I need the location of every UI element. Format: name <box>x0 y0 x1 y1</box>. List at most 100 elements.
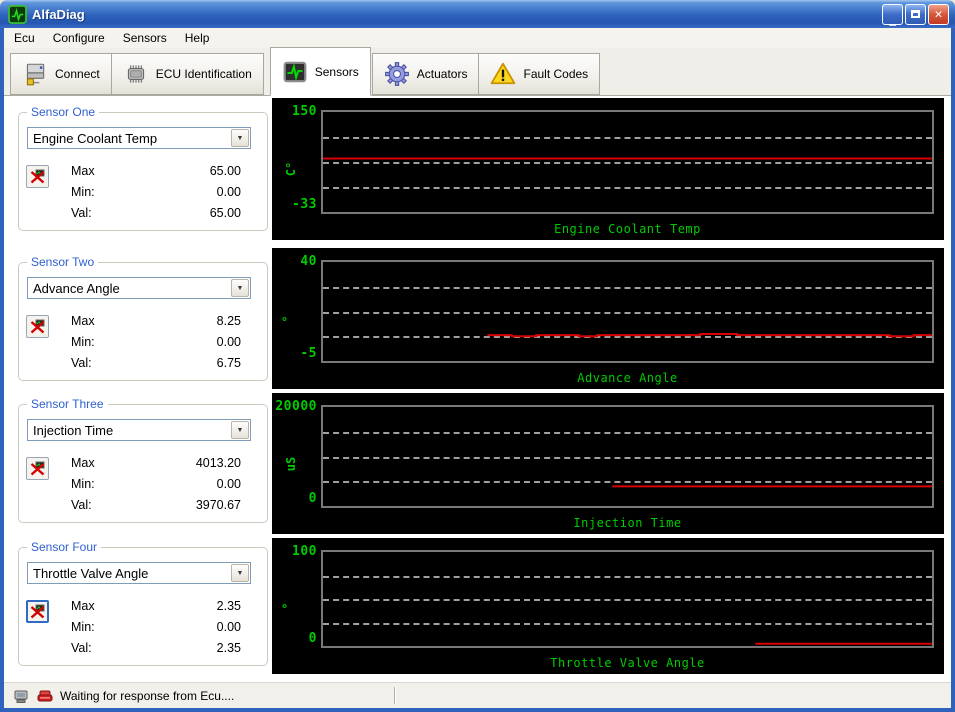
sensor-select-4[interactable]: Throttle Valve Angle ▼ <box>27 562 251 584</box>
sensor-select-2[interactable]: Advance Angle ▼ <box>27 277 251 299</box>
chevron-down-icon[interactable]: ▼ <box>231 279 249 297</box>
max-label: Max <box>71 164 95 178</box>
selected-sensor: Throttle Valve Angle <box>33 565 149 581</box>
selected-sensor: Advance Angle <box>33 280 120 296</box>
maximize-button[interactable] <box>905 3 926 25</box>
tab-sensors[interactable]: Sensors <box>269 47 371 96</box>
tab-label: Actuators <box>416 67 468 81</box>
stop-graph-button[interactable] <box>26 315 49 338</box>
min-label: Min: <box>71 185 95 199</box>
sensor-group-2: Sensor Two Advance Angle ▼ Max 8.25 Min: 0… <box>18 255 268 381</box>
connect-icon <box>26 63 45 86</box>
minimize-button[interactable]: ▁ <box>882 3 903 25</box>
stop-graph-icon <box>30 319 45 334</box>
tab-label: Fault Codes <box>523 67 589 81</box>
stop-graph-button[interactable] <box>26 600 49 623</box>
max-value: 65.00 <box>209 164 241 178</box>
gear-icon <box>384 62 409 86</box>
toolbar: Connect ECU Identification Sensors Actua… <box>4 47 951 96</box>
y-min-label: 0 <box>308 631 317 646</box>
val-label: Val: <box>71 498 92 512</box>
status-message: Waiting for response from Ecu.... <box>60 688 235 703</box>
plot-area <box>321 110 934 214</box>
val-label: Val: <box>71 206 92 220</box>
y-max-label: 40 <box>300 254 317 269</box>
y-unit-label: uS <box>284 456 299 471</box>
chart-panel-injection-time: 20000 uS 0 Injection Time <box>272 393 944 534</box>
stop-graph-button[interactable] <box>26 165 49 188</box>
group-title: Sensor Four <box>27 540 102 554</box>
y-min-label: 0 <box>308 491 317 506</box>
sensor-group-1: Sensor One Engine Coolant Temp ▼ Max 65.0… <box>18 105 268 231</box>
window-frame: Ecu Configure Sensors Help Connect ECU I… <box>0 28 955 712</box>
chart-title: Advance Angle <box>577 371 678 385</box>
max-value: 4013.20 <box>195 456 241 470</box>
plot-area <box>321 550 934 648</box>
menu-item-ecu[interactable]: Ecu <box>14 31 35 45</box>
app-icon <box>8 4 27 24</box>
val-label: Val: <box>71 356 92 370</box>
group-title: Sensor Two <box>27 255 99 269</box>
val-value: 2.35 <box>216 641 241 655</box>
y-min-label: -5 <box>300 346 317 361</box>
group-title: Sensor Three <box>27 397 108 411</box>
stop-graph-icon <box>30 461 45 476</box>
tab-label: ECU Identification <box>155 67 252 81</box>
max-label: Max <box>71 599 95 613</box>
tab-fault-codes[interactable]: Fault Codes <box>478 53 601 95</box>
chart-panel-coolant-temp: 150 C° -33 Engine Coolant Temp <box>272 98 944 240</box>
chart-line-svg <box>323 112 932 212</box>
chart-line-svg <box>323 407 932 506</box>
y-max-label: 20000 <box>275 399 317 414</box>
plot-area <box>321 260 934 363</box>
computer-icon <box>14 690 28 703</box>
y-unit-label: ° <box>280 602 295 610</box>
sensor-select-1[interactable]: Engine Coolant Temp ▼ <box>27 127 251 149</box>
chip-icon <box>127 65 144 83</box>
plot-area <box>321 405 934 508</box>
chart-title: Throttle Valve Angle <box>550 656 705 670</box>
tab-ecu-identification[interactable]: ECU Identification <box>110 53 264 95</box>
chevron-down-icon[interactable]: ▼ <box>231 421 249 439</box>
chart-line-svg <box>323 262 932 361</box>
min-value: 0.00 <box>216 335 241 349</box>
chart-title: Injection Time <box>573 516 682 530</box>
warning-icon <box>491 62 516 85</box>
chart-panel-advance-angle: 40 ° -5 Advance Angle <box>272 248 944 389</box>
statusbar-divider <box>394 687 396 704</box>
min-value: 0.00 <box>216 477 241 491</box>
val-value: 65.00 <box>209 206 241 220</box>
selected-sensor: Engine Coolant Temp <box>33 130 158 146</box>
statusbar: Waiting for response from Ecu.... <box>4 682 951 708</box>
val-label: Val: <box>71 641 92 655</box>
window-title: AlfaDiag <box>32 6 85 22</box>
stop-graph-icon <box>30 604 45 619</box>
menu-item-configure[interactable]: Configure <box>53 31 105 45</box>
menu-item-sensors[interactable]: Sensors <box>123 31 167 45</box>
chevron-down-icon[interactable]: ▼ <box>231 564 249 582</box>
tab-connect[interactable]: Connect <box>10 53 112 95</box>
y-unit-label: ° <box>280 314 295 323</box>
app-window: AlfaDiag ▁ ✕ Ecu Configure Sensors Help <box>0 0 955 712</box>
max-label: Max <box>71 456 95 470</box>
tab-label: Connect <box>55 67 100 81</box>
y-unit-label: C° <box>284 161 299 177</box>
oscilloscope-icon <box>283 61 307 82</box>
stop-graph-button[interactable] <box>26 457 49 480</box>
menu-item-help[interactable]: Help <box>185 31 210 45</box>
min-label: Min: <box>71 477 95 491</box>
selected-sensor: Injection Time <box>33 422 114 438</box>
stop-graph-icon <box>30 169 45 184</box>
window-titlebar: AlfaDiag ▁ ✕ <box>0 0 955 28</box>
main-content: Sensor One Engine Coolant Temp ▼ Max 65.0… <box>4 96 951 682</box>
max-value: 2.35 <box>216 599 241 613</box>
val-value: 3970.67 <box>195 498 241 512</box>
close-button[interactable]: ✕ <box>928 3 949 25</box>
chevron-down-icon[interactable]: ▼ <box>231 129 249 147</box>
y-max-label: 150 <box>292 104 317 119</box>
tab-actuators[interactable]: Actuators <box>371 53 480 95</box>
sensor-select-3[interactable]: Injection Time ▼ <box>27 419 251 441</box>
group-title: Sensor One <box>27 105 100 119</box>
tab-label: Sensors <box>314 64 359 79</box>
min-label: Min: <box>71 620 95 634</box>
